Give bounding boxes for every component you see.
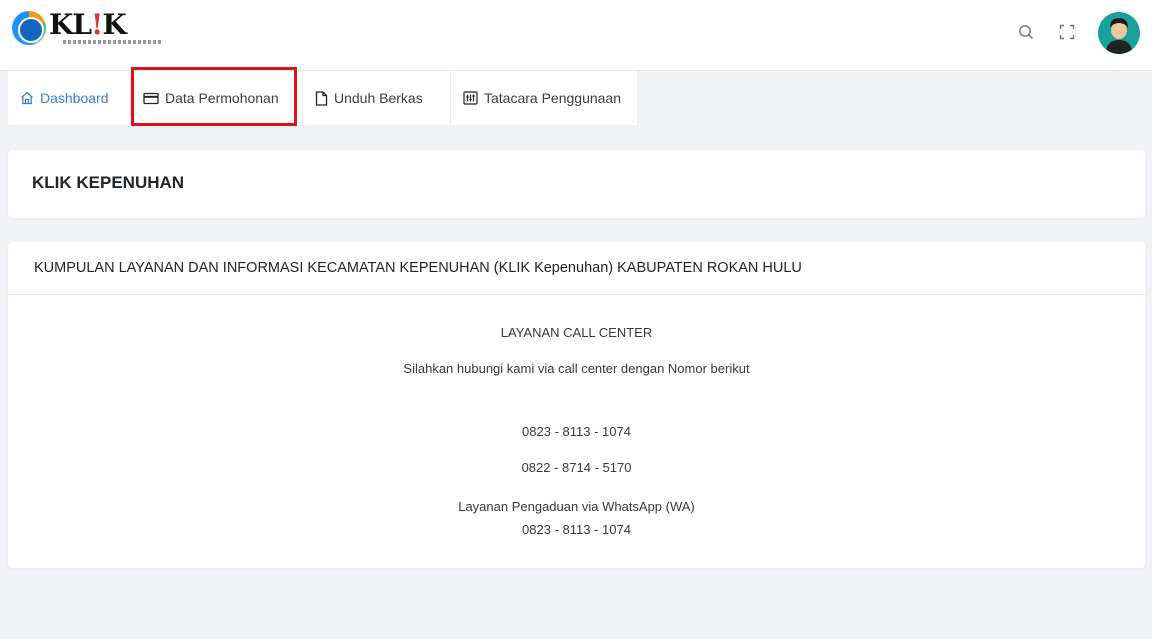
top-header: KL!K (0, 0, 1152, 70)
logo-wordmark: KL!K (49, 8, 163, 54)
logo-emblem-icon (12, 11, 46, 45)
page-title: KLIK KEPENUHAN (32, 173, 185, 192)
logo-tagline (63, 40, 163, 44)
file-icon (315, 90, 328, 106)
card-icon (143, 92, 159, 105)
tab-data-permohonan[interactable]: Data Permohonan (131, 71, 303, 125)
whatsapp-phone: 0823 - 8113 - 1074 (522, 522, 631, 537)
manual-icon (463, 91, 478, 105)
tab-data-permohonan-label: Data Permohonan (165, 90, 279, 106)
search-icon[interactable] (1014, 20, 1038, 44)
logo-text-end: K (102, 8, 126, 41)
phone-number-1: 0823 - 8113 - 1074 (522, 424, 631, 439)
nav-tabs: Dashboard Data Permohonan Unduh Berkas T… (8, 71, 638, 125)
phone-number-2: 0822 - 8714 - 5170 (521, 460, 632, 475)
page-title-card: KLIK KEPENUHAN (8, 150, 1145, 218)
tab-dashboard-label: Dashboard (40, 90, 109, 106)
app-logo[interactable]: KL!K (12, 8, 163, 54)
main-navigation: Dashboard Data Permohonan Unduh Berkas T… (0, 70, 1152, 125)
tab-dashboard[interactable]: Dashboard (8, 71, 131, 125)
tab-tatacara-penggunaan[interactable]: Tatacara Penggunaan (451, 71, 638, 125)
tab-tatacara-label: Tatacara Penggunaan (484, 90, 621, 106)
logo-text-main: KL (49, 8, 92, 41)
info-card-header: KUMPULAN LAYANAN DAN INFORMASI KECAMATAN… (8, 242, 1145, 295)
call-center-description: Silahkan hubungi kami via call center de… (403, 361, 750, 376)
info-card: KUMPULAN LAYANAN DAN INFORMASI KECAMATAN… (8, 242, 1145, 568)
tab-unduh-berkas-label: Unduh Berkas (334, 90, 423, 106)
logo-text-bang: ! (91, 8, 103, 41)
home-icon (20, 91, 34, 105)
user-avatar[interactable] (1098, 12, 1140, 54)
whatsapp-title: Layanan Pengaduan via WhatsApp (WA) (458, 499, 695, 514)
tab-unduh-berkas[interactable]: Unduh Berkas (303, 71, 451, 125)
call-center-title: LAYANAN CALL CENTER (500, 325, 653, 340)
fullscreen-icon[interactable] (1055, 20, 1079, 44)
